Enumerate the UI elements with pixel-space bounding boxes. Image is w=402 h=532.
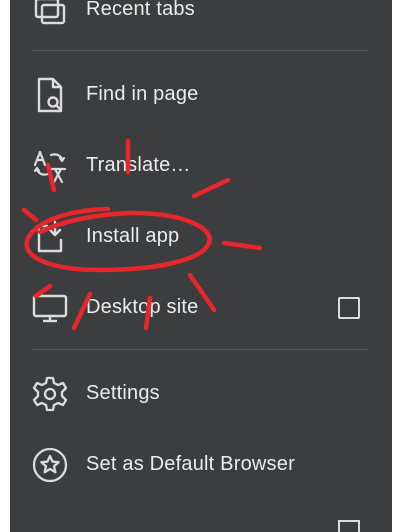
- find-in-page-icon: [31, 76, 69, 114]
- menu-item-label: Desktop site: [86, 296, 199, 318]
- translate-icon: [31, 147, 69, 185]
- menu-item-desktop-site[interactable]: Desktop site: [10, 272, 392, 343]
- menu-item-label: Install app: [86, 225, 180, 247]
- menu-divider: [31, 349, 368, 350]
- menu-item-settings[interactable]: Settings: [10, 358, 392, 429]
- recent-tabs-icon: [31, 0, 69, 29]
- cut-off-checkbox: [338, 520, 360, 532]
- menu-item-label: Translate…: [86, 154, 191, 176]
- menu-item-label: Set as Default Browser: [86, 453, 295, 475]
- menu-item-default-browser[interactable]: Set as Default Browser: [10, 429, 392, 500]
- gear-icon: [31, 375, 69, 413]
- menu-item-install-app[interactable]: Install app: [10, 201, 392, 272]
- menu-item-label: Recent tabs: [86, 0, 195, 20]
- menu-item-find-in-page[interactable]: Find in page: [10, 59, 392, 130]
- overflow-menu: Recent tabs Find in page Translate… Inst…: [10, 0, 392, 532]
- menu-item-label: Settings: [86, 382, 160, 404]
- menu-divider: [31, 50, 368, 51]
- star-badge-icon: [31, 446, 69, 484]
- menu-item-recent-tabs[interactable]: Recent tabs: [10, 0, 392, 45]
- install-app-icon: [31, 218, 69, 256]
- menu-item-label: Find in page: [86, 83, 199, 105]
- desktop-site-checkbox[interactable]: [338, 296, 360, 319]
- desktop-icon: [31, 289, 69, 327]
- menu-item-translate[interactable]: Translate…: [10, 130, 392, 201]
